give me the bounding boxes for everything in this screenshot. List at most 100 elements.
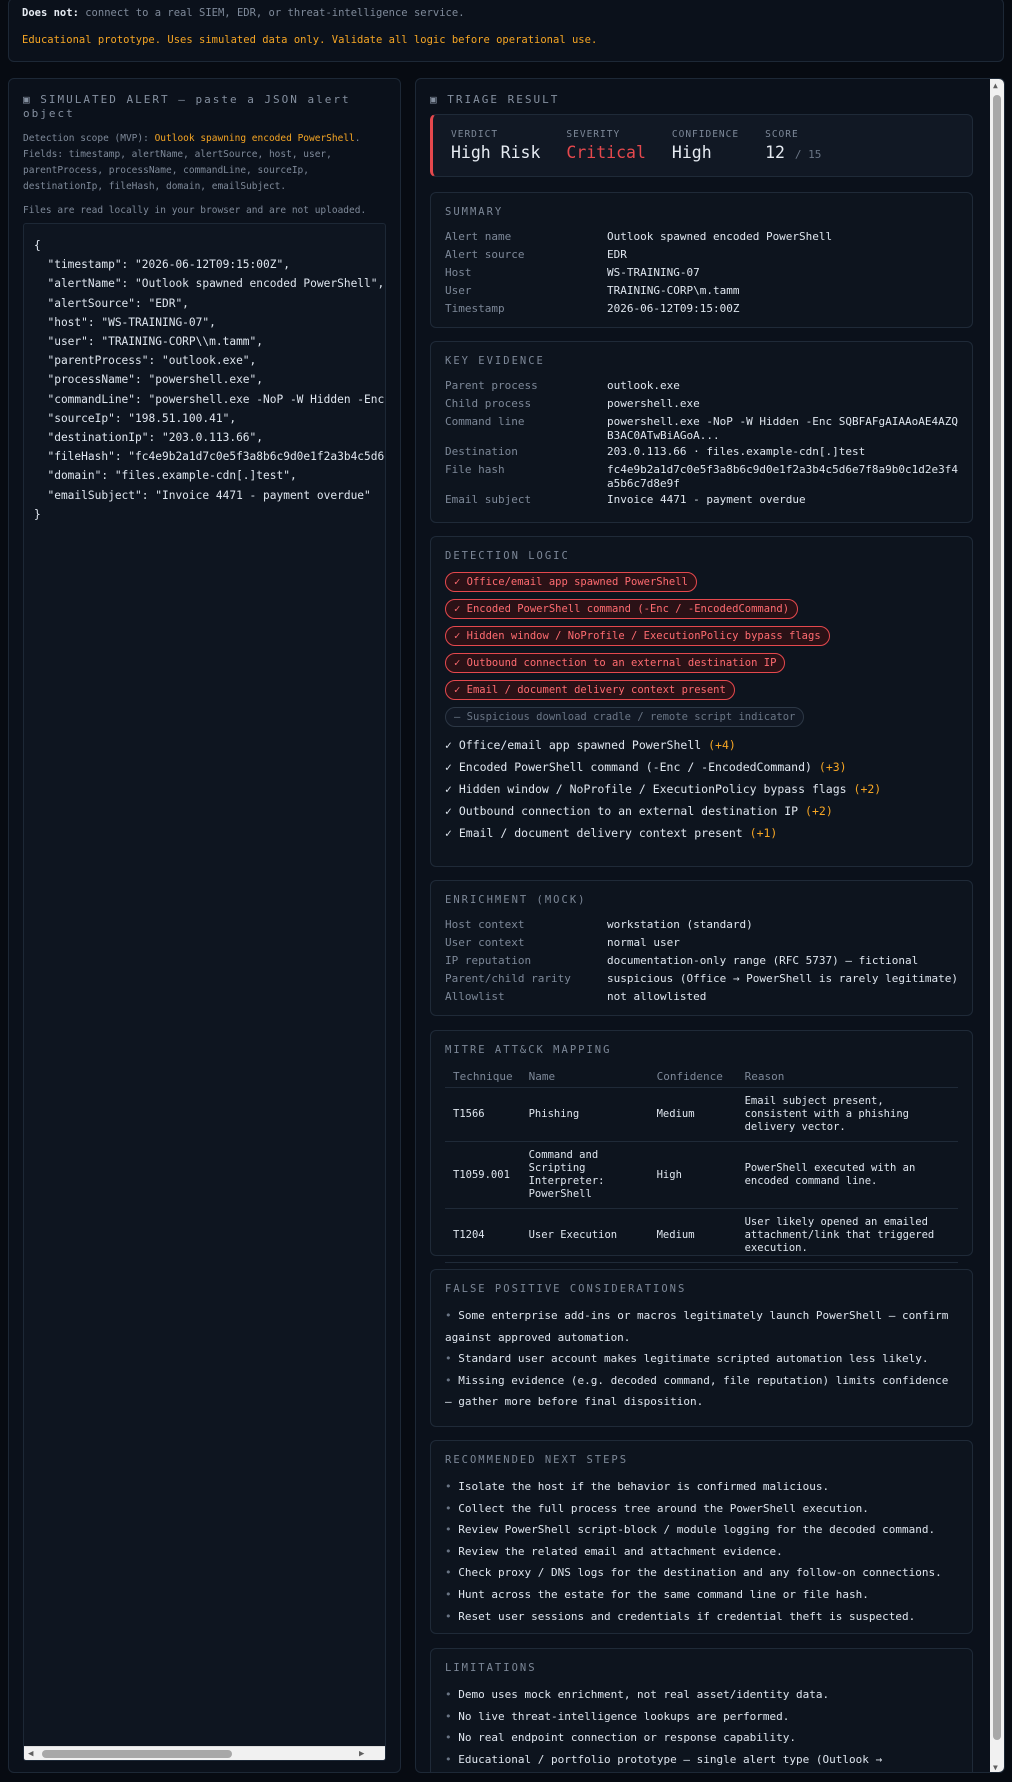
list-item-text: Isolate the host if the behavior is conf… [458, 1480, 830, 1493]
kv-row: Parent/child rarity suspicious (Office → … [445, 970, 958, 988]
detection-check-item: ✓ Email / document delivery context pres… [445, 822, 958, 844]
bullet-icon: • [445, 1523, 459, 1537]
kv-value: 203.0.113.66 · files.example-cdn[.]test [607, 445, 866, 458]
list-item: • No live threat-intelligence lookups ar… [445, 1706, 958, 1728]
mitre-table: Technique Name Confidence Reason T1566 Phish… [445, 1066, 958, 1263]
kv-row: Host WS-TRAINING-07 [445, 264, 958, 282]
scrollbar-thumb[interactable] [993, 95, 1001, 1740]
check-points: (+3) [818, 760, 847, 774]
check-points: (+4) [708, 738, 736, 752]
enrichment-card: ENRICHMENT (MOCK) Host context workstatio… [430, 880, 973, 1016]
triage-result-panel: ▣ TRIAGE RESULT VERDICT High Risk SEVERIT… [415, 78, 1005, 1773]
technique-name: Phishing [520, 1087, 649, 1142]
score-max: / 15 [794, 148, 822, 161]
kv-row: Alert name Outlook spawned encoded PowerS… [445, 228, 958, 246]
mitre-row: T1204 User Execution Medium User likely ope… [445, 1208, 958, 1263]
list-item: • Standard user account makes legitimate… [445, 1348, 958, 1370]
kv-row: User context normal user [445, 934, 958, 952]
detection-logic-title: DETECTION LOGIC [445, 550, 570, 562]
list-item-text: Hunt across the estate for the same comm… [458, 1587, 869, 1601]
false-positive-title: FALSE POSITIVE CONSIDERATIONS [445, 1283, 687, 1295]
list-item: • Reset user sessions and credentials if… [445, 1606, 958, 1628]
kv-value: fc4e9b2a1d7c0e5f3a8b6c9d0e1f2a3b4c5d6e7f… [607, 463, 958, 490]
check-text: ✓ Email / document delivery context pres… [445, 826, 743, 840]
detection-chip-inactive: – Suspicious download cradle / remote sc… [445, 707, 805, 727]
kv-row: Email subject Invoice 4471 - payment over… [445, 491, 958, 509]
list-item: • Some enterprise add-ins or macros legi… [445, 1305, 958, 1348]
severity: SEVERITY Critical [566, 129, 646, 162]
confidence-value: High [671, 143, 712, 162]
kv-value: EDR [607, 248, 627, 261]
triage-panel-title: TRIAGE RESULT [447, 93, 560, 106]
kv-key: Parent process [445, 379, 538, 392]
enrichment-title: ENRICHMENT (MOCK) [445, 894, 587, 906]
alert-json-textarea[interactable]: { "timestamp": "2026-06-12T09:15:00Z", "… [23, 223, 386, 1761]
kv-value: suspicious (Office → PowerShell is rarel… [607, 972, 958, 985]
check-text: ✓ Hidden window / NoProfile / ExecutionP… [445, 782, 847, 796]
horizontal-scrollbar[interactable]: ◀ ▶ [24, 1746, 385, 1760]
technique-confidence: Medium [648, 1208, 737, 1263]
technique-id: T1204 [445, 1208, 521, 1263]
kv-value: outlook.exe [607, 379, 680, 392]
severity-value: Critical [566, 143, 646, 162]
detection-logic-card: DETECTION LOGIC ✓ Office/email app spawn… [430, 536, 973, 867]
list-item: • Check proxy / DNS logs for the destina… [445, 1562, 958, 1584]
kv-key: Command line [445, 415, 525, 428]
check-text: ✓ Office/email app spawned PowerShell [445, 738, 702, 752]
simulated-alert-panel: ▣ SIMULATED ALERT — paste a JSON alert o… [8, 78, 401, 1773]
kv-key: Email subject [445, 493, 532, 506]
limitations-title: LIMITATIONS [445, 1662, 537, 1674]
scroll-down-icon[interactable]: ▼ [993, 1763, 998, 1772]
check-text: ✓ Outbound connection to an external des… [445, 804, 799, 818]
check-text: ✓ Encoded PowerShell command (-Enc / -En… [445, 760, 812, 774]
kv-key: Parent/child rarity [445, 972, 571, 985]
prototype-warning: Educational prototype. Uses simulated da… [22, 34, 598, 46]
list-item: • Hunt across the estate for the same co… [445, 1584, 958, 1606]
kv-row: Parent process outlook.exe [445, 377, 958, 395]
list-item-text: Review PowerShell script-block / module … [458, 1523, 936, 1537]
list-item-text: Educational / portfolio prototype — sing… [458, 1752, 883, 1766]
list-item-text: No real endpoint connection or response … [458, 1731, 797, 1745]
kv-row: Timestamp 2026-06-12T09:15:00Z [445, 300, 958, 318]
kv-key: Host context [445, 918, 525, 931]
bullet-icon: • [445, 1480, 459, 1493]
list-item: • Missing evidence (e.g. decoded command… [445, 1370, 958, 1413]
scroll-up-icon[interactable]: ▲ [993, 81, 998, 90]
scope-value: Outlook spawning encoded PowerShell [154, 133, 355, 144]
mitre-column-header: Technique [445, 1066, 521, 1088]
kv-row: IP reputation documentation-only range (R… [445, 952, 958, 970]
bullet-icon: • [445, 1352, 459, 1366]
list-item: • Educational / portfolio prototype — si… [445, 1749, 958, 1771]
alert-json-text[interactable]: { "timestamp": "2026-06-12T09:15:00Z", "… [24, 224, 385, 536]
disclaimer-banner: Does not: connect to a real SIEM, EDR, o… [8, 0, 1004, 62]
bullet-icon: • [445, 1544, 459, 1558]
list-item-text: Check proxy / DNS logs for the destinati… [458, 1566, 942, 1580]
mitre-title: MITRE ATT&CK MAPPING [445, 1044, 612, 1056]
scroll-left-icon[interactable]: ◀ [28, 1749, 33, 1759]
check-points: (+2) [805, 804, 833, 818]
kv-key: Host [445, 266, 472, 279]
detection-chip: ✓ Hidden window / NoProfile / ExecutionP… [445, 626, 830, 646]
technique-id: T1566 [445, 1087, 521, 1142]
detection-chip: ✓ Outbound connection to an external des… [445, 653, 786, 673]
scroll-right-icon[interactable]: ▶ [359, 1749, 364, 1759]
false-positive-card: FALSE POSITIVE CONSIDERATIONS • Some ent… [430, 1269, 973, 1427]
mitre-row: T1566 Phishing Medium Email subject present… [445, 1087, 958, 1142]
kv-value: powershell.exe -NoP -W Hidden -Enc SQBFA… [607, 415, 958, 442]
list-item-text: Standard user account makes legitimate s… [458, 1352, 929, 1366]
kv-key: User context [445, 936, 525, 949]
verdict-value: High Risk [451, 143, 541, 162]
alert-panel-title: SIMULATED ALERT — paste a JSON alert obj… [23, 93, 351, 120]
does-not-label: Does not: [22, 7, 79, 19]
detection-chip: ✓ Email / document delivery context pres… [445, 680, 735, 700]
kv-row: Alert source EDR [445, 246, 958, 264]
technique-name: Command and Scripting Interpreter: Power… [520, 1141, 649, 1209]
bullet-icon: • [445, 1609, 459, 1623]
kv-value: 2026-06-12T09:15:00Z [607, 302, 740, 315]
detection-scope: Detection scope (MVP): Outlook spawning … [23, 133, 361, 192]
verdict-card: VERDICT High Risk SEVERITY Critical CONFID… [430, 114, 973, 177]
vertical-scrollbar[interactable]: ▲ ▼ [990, 79, 1004, 1772]
verdict: VERDICT High Risk [451, 129, 541, 162]
kv-key: IP reputation [445, 954, 532, 967]
scrollbar-thumb[interactable] [42, 1750, 232, 1758]
